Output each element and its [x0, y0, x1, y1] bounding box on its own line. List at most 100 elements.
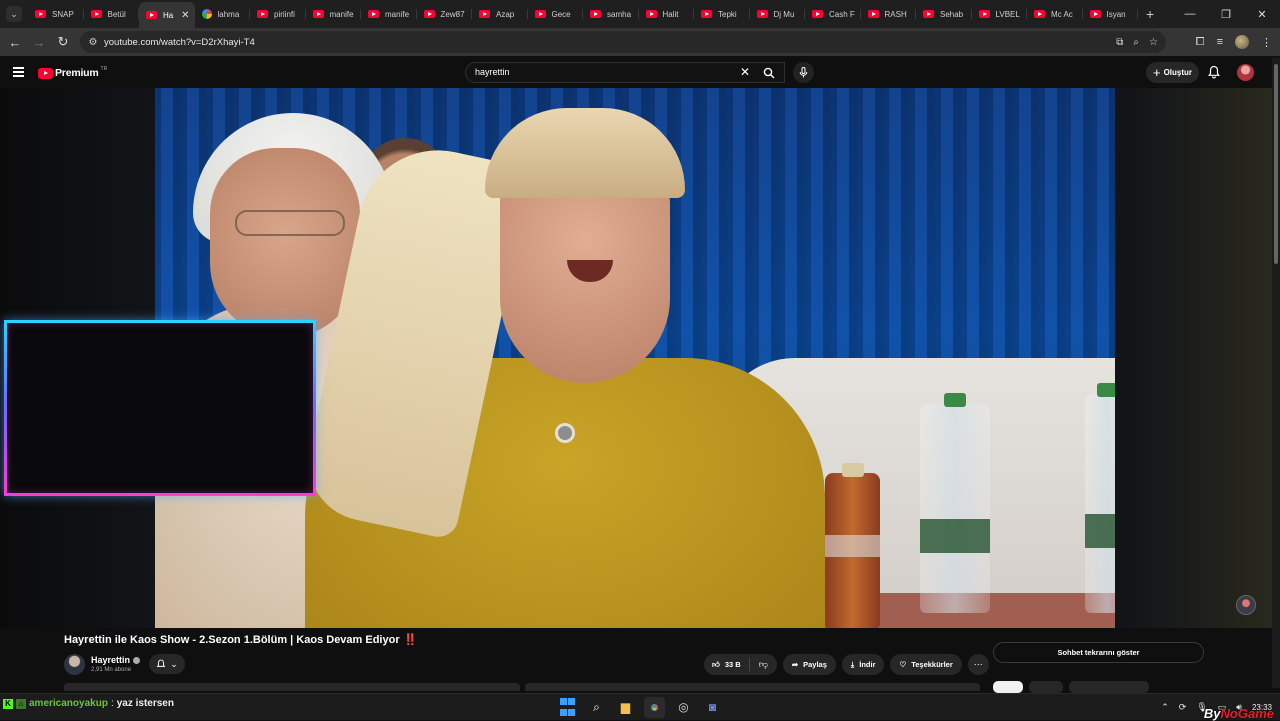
browser-tab[interactable]: Mc Ac — [1027, 3, 1083, 25]
browser-tab[interactable]: Cash F — [805, 3, 861, 25]
new-tab-button[interactable]: + — [1146, 6, 1154, 22]
filter-chip[interactable] — [1029, 681, 1063, 693]
tab-label: Zew87 — [440, 9, 465, 19]
reload-icon[interactable]: ↻ — [51, 34, 75, 50]
thanks-button[interactable]: ♡ Teşekkürler — [890, 654, 962, 675]
like-dislike-group: 👍︎ 33 B 👎︎ — [704, 654, 777, 675]
like-button[interactable]: 👍︎ 33 B — [704, 658, 750, 671]
share-icon: ➦ — [791, 660, 799, 669]
voice-search-button[interactable] — [793, 62, 814, 83]
address-bar[interactable]: ⚙ youtube.com/watch?v=D2rXhayi-T4 ⧉ ⌕ ☆ — [80, 31, 1166, 53]
share-button[interactable]: ➦ Paylaş — [782, 654, 836, 675]
filter-chip[interactable] — [993, 681, 1023, 693]
account-avatar[interactable] — [1237, 64, 1254, 81]
dislike-button[interactable]: 👎︎ — [750, 659, 777, 670]
floating-avatar-icon[interactable] — [1236, 595, 1256, 615]
page-scrollbar[interactable] — [1272, 58, 1280, 688]
chat-replay-button[interactable]: Sohbet tekrarını göster — [993, 642, 1204, 663]
browser-tab[interactable]: manife — [361, 3, 417, 25]
browser-tab[interactable]: SNAP — [28, 3, 84, 25]
chrome-icon[interactable] — [644, 696, 665, 718]
taskbar-search-icon[interactable]: ⌕ — [586, 697, 607, 718]
forward-icon[interactable]: → — [27, 35, 51, 50]
more-actions-button[interactable]: ⋯ — [967, 654, 989, 675]
microphone-icon — [799, 67, 808, 78]
browser-tab[interactable]: Tepki — [694, 3, 750, 25]
browser-tab[interactable]: LVBEL — [972, 3, 1028, 25]
download-button[interactable]: ⤓ İndir — [841, 654, 885, 675]
logo-text: Premium — [55, 67, 99, 79]
tab-label: Isyan — [1106, 9, 1126, 19]
scrollbar-thumb[interactable] — [1274, 64, 1278, 264]
close-window-icon[interactable]: ✕ — [1244, 8, 1280, 21]
tab-label: Mc Ac — [1051, 9, 1073, 19]
browser-tab[interactable]: piriinfi — [250, 3, 306, 25]
chat-separator: : — [110, 698, 114, 709]
browser-tab-strip: ⌄ SNAP Betül Ha ✕ lahma piriinfi manife manife Z… — [0, 0, 1280, 28]
download-label: İndir — [859, 660, 876, 669]
browser-tab[interactable]: Isyan — [1083, 3, 1139, 25]
search-button[interactable] — [753, 62, 785, 83]
channel-name[interactable]: Hayrettin — [91, 655, 141, 665]
browser-profile-avatar[interactable] — [1235, 35, 1249, 49]
browser-menu-icon[interactable]: ⋮ — [1261, 36, 1272, 49]
kick-badge-icon: ⌂ — [16, 698, 26, 709]
subscription-bell-button[interactable]: ⌄ — [149, 654, 185, 674]
browser-tab[interactable]: Halit — [639, 3, 695, 25]
browser-tab[interactable]: RASH — [861, 3, 917, 25]
notifications-bell-icon[interactable] — [1207, 65, 1221, 79]
youtube-icon — [1034, 10, 1045, 18]
like-count: 33 B — [724, 660, 741, 669]
youtube-play-icon — [38, 67, 53, 79]
tab-label: Ha — [163, 10, 174, 20]
browser-tab[interactable]: manife — [306, 3, 362, 25]
clear-search-icon[interactable]: ✕ — [740, 65, 750, 79]
close-tab-icon[interactable]: ✕ — [181, 10, 189, 21]
tab-label: samha — [607, 9, 632, 19]
browser-tab[interactable]: Azap — [472, 3, 528, 25]
youtube-icon — [312, 10, 324, 18]
comments-box[interactable] — [525, 683, 980, 691]
windows-start-icon[interactable] — [557, 697, 578, 718]
zoom-icon[interactable]: ⌕ — [1133, 37, 1139, 48]
subscriber-count: 2,91 Mn abone — [91, 667, 132, 673]
back-icon[interactable]: ← — [3, 35, 27, 50]
channel-name-text[interactable]: Hayrettin — [91, 655, 130, 665]
minimize-icon[interactable]: — — [1172, 8, 1208, 20]
browser-tab[interactable]: Zew87 — [417, 3, 473, 25]
menu-icon[interactable] — [13, 67, 24, 77]
youtube-logo[interactable]: Premium TR — [38, 66, 107, 79]
tab-search-icon[interactable]: ⌄ — [6, 6, 22, 22]
browser-tab[interactable]: Betül — [84, 3, 140, 25]
browser-tab[interactable]: Ha ✕ — [139, 2, 195, 28]
watermark-logo: ByNoGame — [1204, 706, 1274, 721]
browser-tab[interactable]: Gece — [528, 3, 584, 25]
search-query[interactable]: hayrettin — [475, 67, 510, 77]
description-box[interactable] — [64, 683, 520, 691]
search-input[interactable]: hayrettin ✕ — [465, 62, 785, 83]
site-info-icon[interactable]: ⚙ — [86, 35, 100, 49]
youtube-icon — [867, 10, 879, 18]
open-in-app-icon[interactable]: ⧉ — [1116, 37, 1123, 48]
app-icon[interactable]: ◎ — [673, 697, 694, 718]
bookmark-star-icon[interactable]: ☆ — [1149, 37, 1158, 48]
url-text[interactable]: youtube.com/watch?v=D2rXhayi-T4 — [104, 37, 255, 48]
tray-chevron-icon[interactable]: ⌃ — [1161, 702, 1169, 713]
browser-tab[interactable]: lahma — [195, 3, 251, 25]
sync-icon[interactable]: ⟳ — [1179, 702, 1187, 713]
related-filter-chips — [993, 681, 1149, 693]
create-button[interactable]: + Oluştur — [1146, 62, 1199, 83]
media-control-icon[interactable]: ≡ — [1217, 36, 1223, 48]
discord-icon[interactable]: ◙ — [702, 697, 723, 718]
tab-label: piriinfi — [274, 9, 295, 19]
browser-tab[interactable]: samha — [583, 3, 639, 25]
filter-chip[interactable] — [1069, 681, 1149, 693]
file-explorer-icon[interactable]: ▆ — [615, 697, 636, 718]
restore-icon[interactable]: ❐ — [1208, 8, 1244, 21]
window-controls: — ❐ ✕ — [1172, 0, 1280, 28]
extensions-icon[interactable]: ⧠ — [1196, 36, 1205, 49]
browser-tab[interactable]: Sehab — [916, 3, 972, 25]
browser-tab[interactable]: Dj Mu — [750, 3, 806, 25]
channel-avatar[interactable] — [64, 654, 85, 675]
taskbar-apps: ⌕ ▆ ◎ ◙ — [557, 696, 723, 718]
